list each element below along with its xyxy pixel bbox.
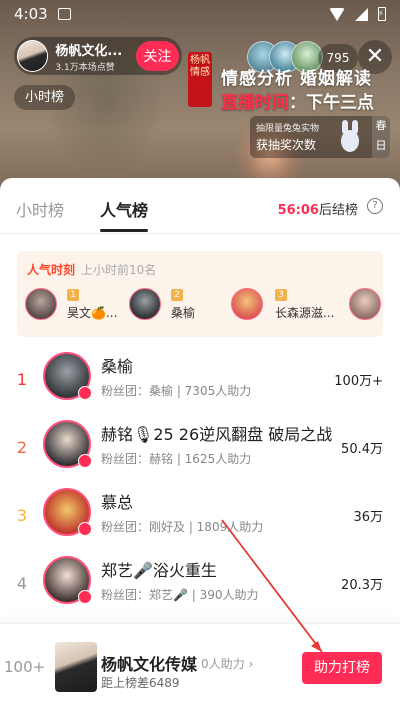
moment-entry[interactable]: 2 桑榆	[129, 288, 229, 322]
moment-rank: 1	[67, 289, 79, 301]
popularity-score: 50.4万	[341, 442, 383, 457]
active-tab-underline	[100, 229, 148, 232]
live-indicator-icon	[78, 522, 92, 536]
rank-number: 3	[16, 506, 28, 525]
moment-name: 昊文🍊...	[67, 306, 118, 320]
moment-avatar[interactable]	[25, 288, 57, 320]
my-avatar[interactable]	[55, 642, 97, 692]
streamer-name: 郑艺🎤浴火重生	[101, 561, 217, 580]
rank-number: 4	[16, 574, 28, 593]
live-indicator-icon	[78, 590, 92, 604]
countdown-time: 56:06	[277, 203, 319, 218]
host-likes: 3.1万本场点赞	[55, 62, 115, 73]
streamer-name: 桑榆	[101, 357, 134, 376]
popularity-score: 100万+	[334, 374, 383, 389]
rank-number: 1	[16, 370, 28, 389]
ranking-tabs: 小时榜 人气榜 56:06后结榜 ?	[0, 178, 400, 234]
battery-icon	[378, 7, 386, 21]
help-icon[interactable]: ?	[367, 198, 383, 214]
streamer-name: 赫铭🎙25 26逆风翻盘 破局之战	[101, 425, 333, 444]
my-rank-bar: 100+ 杨帆文化传媒 0人助力 › 距上榜差6489 助力打榜	[0, 623, 400, 711]
signal-icon	[355, 7, 368, 21]
fan-club-info: 粉丝团：赫铭 | 1625人助力	[101, 452, 252, 466]
fan-club-info: 粉丝团：桑榆 | 7305人助力	[101, 384, 252, 398]
live-indicator-icon	[78, 454, 92, 468]
rank-number: 2	[16, 438, 28, 457]
live-indicator-icon	[78, 386, 92, 400]
rank-countdown: 56:06后结榜	[278, 199, 358, 218]
moment-header: 人气时刻 上小时前10名	[27, 261, 156, 278]
bunny-icon	[338, 120, 362, 154]
ranking-row[interactable]: 4 郑艺🎤浴火重生 粉丝团：郑艺🎤 | 390人助力 20.3万	[0, 552, 400, 620]
image-notification-icon	[57, 8, 71, 20]
streamer-name: 慕总	[101, 493, 134, 512]
banner-title: 情感分析 婚姻解读	[221, 69, 372, 89]
moment-rank: 3	[275, 289, 287, 301]
status-time: 4:03	[14, 5, 48, 23]
hour-rank-chip[interactable]: 小时榜	[14, 85, 76, 110]
host-avatar[interactable]	[17, 40, 49, 72]
banner-time-value: 下午三点	[306, 93, 374, 113]
my-rank: 100+	[4, 658, 46, 676]
moment-name: 桑榆	[171, 306, 196, 320]
lottery-card[interactable]: 抽限量兔兔实物 获抽奖次数 春日	[250, 116, 390, 158]
host-name: 杨帆文化...	[55, 43, 123, 59]
banner-time-label: 直播时间	[221, 93, 289, 113]
follow-button[interactable]: 关注	[135, 41, 179, 71]
ranking-row[interactable]: 1 桑榆 粉丝团：桑榆 | 7305人助力 100万+	[0, 348, 400, 416]
lottery-line2: 获抽奖次数	[256, 138, 317, 152]
lottery-tag: 春日	[372, 116, 390, 158]
my-name: 杨帆文化传媒	[101, 655, 198, 674]
fan-club-info: 粉丝团：郑艺🎤 | 390人助力	[101, 588, 259, 602]
banner-time-separator: ：	[289, 93, 306, 113]
moment-rank: 2	[171, 289, 183, 301]
popularity-score: 20.3万	[341, 578, 383, 593]
moment-name: 长森源滋...	[275, 306, 335, 320]
moment-avatar[interactable]	[231, 288, 263, 320]
countdown-suffix: 后结榜	[318, 203, 358, 218]
moment-subtitle: 上小时前10名	[81, 263, 157, 277]
status-bar: 4:03	[0, 0, 400, 28]
wifi-icon	[329, 7, 345, 21]
tab-hour-rank[interactable]: 小时榜	[16, 197, 64, 221]
tab-popularity-rank[interactable]: 人气榜	[100, 197, 148, 221]
popularity-score: 36万	[353, 510, 383, 525]
brand-seal: 杨帆情感	[188, 52, 212, 107]
ranking-row[interactable]: 2 赫铭🎙25 26逆风翻盘 破局之战 粉丝团：赫铭 | 1625人助力 50.…	[0, 416, 400, 484]
boost-rank-button[interactable]: 助力打榜	[302, 652, 382, 684]
moment-avatar[interactable]	[349, 288, 381, 320]
ranking-row[interactable]: 3 慕总 粉丝团：刚好及 | 1809人助力 36万	[0, 484, 400, 552]
lottery-line1: 抽限量兔兔实物	[256, 124, 320, 134]
rank-gap: 距上榜差6489	[101, 676, 180, 690]
moment-entry[interactable]: 3 长森源滋...	[231, 288, 381, 322]
host-info-pill[interactable]: 杨帆文化... 3.1万本场点赞 关注	[14, 37, 182, 75]
moment-entry[interactable]: 1 昊文🍊...	[25, 288, 135, 322]
fan-club-info: 粉丝团：刚好及 | 1809人助力	[101, 520, 264, 534]
my-help-count[interactable]: 0人助力 ›	[201, 655, 253, 672]
moment-avatar[interactable]	[129, 288, 161, 320]
banner-time: 直播时间：下午三点	[221, 88, 374, 113]
moment-title: 人气时刻	[27, 263, 76, 277]
popularity-moment-card: 人气时刻 上小时前10名 1 昊文🍊... 2 桑榆 3 长森源滋...	[17, 251, 383, 337]
